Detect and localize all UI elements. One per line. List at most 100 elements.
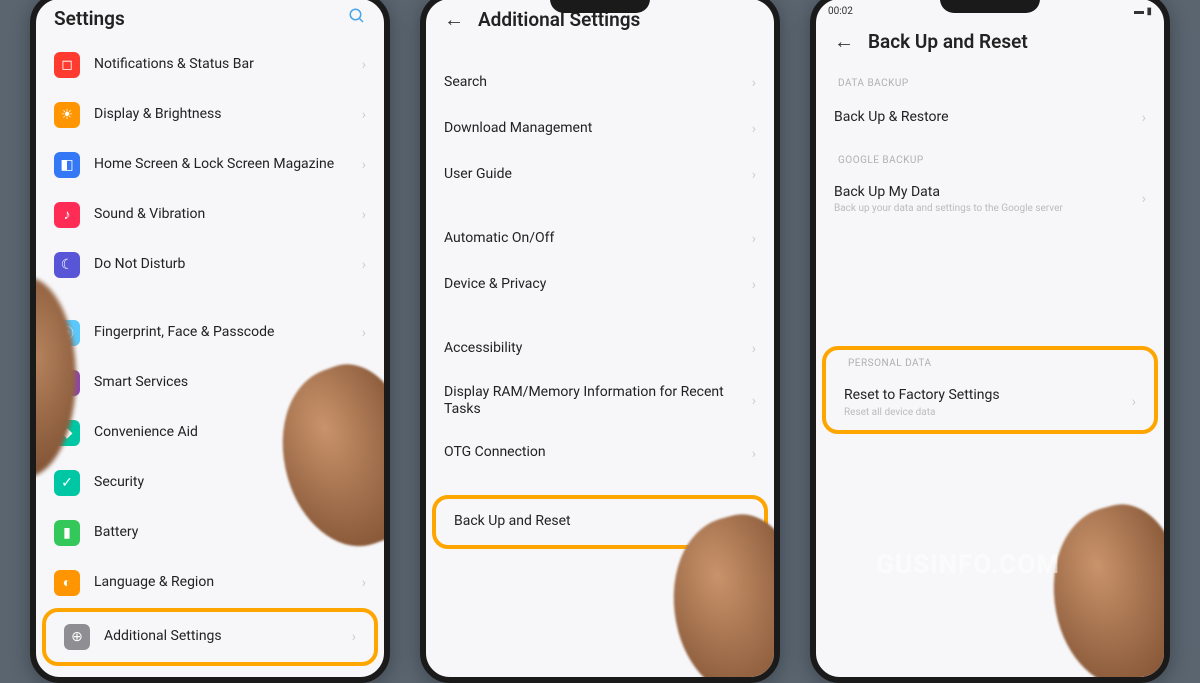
phone-settings: Settings ◻ Notifications & Status Bar › …: [30, 0, 390, 683]
row-icon: ◆: [54, 420, 80, 446]
chevron-right-icon: ›: [362, 257, 366, 273]
settings-row[interactable]: Back Up & Restore ›: [816, 95, 1164, 141]
page-title: Settings: [54, 7, 334, 30]
settings-row[interactable]: ☀ Display & Brightness ›: [36, 90, 384, 140]
settings-row[interactable]: ▮ Battery ›: [36, 508, 384, 558]
back-icon[interactable]: ←: [834, 29, 854, 54]
row-icon: ▮: [54, 520, 80, 546]
row-label: Search: [444, 74, 738, 92]
row-label: Additional Settings: [104, 628, 338, 646]
row-sub: Reset all device data: [844, 407, 1118, 418]
phone-backup-reset: 00:02 ▬ ▮ ← Back Up and Reset DATA BACKU…: [810, 0, 1170, 683]
row-label: Back Up & Restore: [834, 109, 1128, 127]
row-icon: ♪: [54, 202, 80, 228]
settings-row[interactable]: ◧ Home Screen & Lock Screen Magazine ›: [36, 140, 384, 190]
settings-row[interactable]: ● Smart Services ›: [36, 358, 384, 408]
search-icon[interactable]: [348, 7, 366, 30]
chevron-right-icon: ›: [362, 57, 366, 73]
row-icon: ●: [54, 370, 80, 396]
chevron-right-icon: ›: [362, 575, 366, 591]
row-label: Display & Brightness: [94, 106, 348, 124]
row-label: Back Up and Reset: [454, 513, 728, 531]
chevron-right-icon: ›: [752, 393, 756, 409]
chevron-right-icon: ›: [752, 167, 756, 183]
settings-row[interactable]: Automatic On/Off ›: [426, 216, 774, 262]
status-icons: ▬ ▮: [1134, 6, 1152, 17]
row-label: Smart Services: [94, 374, 348, 392]
row-sub: Back up your data and settings to the Go…: [834, 203, 1128, 214]
row-label: Convenience Aid: [94, 424, 348, 442]
chevron-right-icon: ›: [352, 629, 356, 645]
chevron-right-icon: ›: [1142, 191, 1146, 207]
row-label: Sound & Vibration: [94, 206, 348, 224]
back-icon[interactable]: ←: [444, 7, 464, 32]
row-label: Device & Privacy: [444, 276, 738, 294]
row-label: Back Up My Data: [834, 184, 1128, 202]
additional-list: Search › Download Management › User Guid…: [426, 42, 774, 677]
chevron-right-icon: ›: [362, 375, 366, 391]
section-google-backup: GOOGLE BACKUP: [816, 141, 1164, 172]
chevron-right-icon: ›: [752, 75, 756, 91]
chevron-right-icon: ›: [742, 514, 746, 530]
row-icon: ☀: [54, 102, 80, 128]
row-icon: ◐: [54, 570, 80, 596]
phone-additional-settings: ← Additional Settings Search › Download …: [420, 0, 780, 683]
gear-icon: ⊕: [64, 624, 90, 650]
row-icon: ◧: [54, 152, 80, 178]
row-label: Download Management: [444, 120, 738, 138]
row-label: Reset to Factory Settings: [844, 387, 1118, 405]
settings-row[interactable]: ☾ Do Not Disturb ›: [36, 240, 384, 290]
chevron-right-icon: ›: [362, 207, 366, 223]
chevron-right-icon: ›: [752, 341, 756, 357]
row-icon: ◻: [54, 52, 80, 78]
chevron-right-icon: ›: [362, 425, 366, 441]
row-label: Automatic On/Off: [444, 230, 738, 248]
settings-row[interactable]: Device & Privacy ›: [426, 262, 774, 308]
highlight-additional-settings: ⊕ Additional Settings ›: [42, 608, 378, 666]
header: ← Back Up and Reset: [816, 21, 1164, 64]
row-label: Home Screen & Lock Screen Magazine: [94, 156, 348, 174]
row-label: OTG Connection: [444, 444, 738, 462]
row-label: Accessibility: [444, 340, 738, 358]
chevron-right-icon: ›: [362, 107, 366, 123]
chevron-right-icon: ›: [362, 325, 366, 341]
chevron-right-icon: ›: [362, 475, 366, 491]
chevron-right-icon: ›: [752, 231, 756, 247]
chevron-right-icon: ›: [362, 525, 366, 541]
settings-row[interactable]: ✓ Security ›: [36, 458, 384, 508]
settings-row[interactable]: ◐ Language & Region ›: [36, 558, 384, 608]
row-factory-reset[interactable]: Reset to Factory Settings Reset all devi…: [826, 375, 1154, 430]
row-label: Fingerprint, Face & Passcode: [94, 324, 348, 342]
row-label: Security: [94, 474, 348, 492]
settings-row[interactable]: Back Up My DataBack up your data and set…: [816, 172, 1164, 227]
row-additional-settings[interactable]: ⊕ Additional Settings ›: [46, 612, 374, 662]
backup-list: DATA BACKUP Back Up & Restore › GOOGLE B…: [816, 64, 1164, 677]
settings-row[interactable]: ◻ Notifications & Status Bar ›: [36, 40, 384, 90]
settings-row[interactable]: ♪ Sound & Vibration ›: [36, 190, 384, 240]
highlight-factory-reset: PERSONAL DATA Reset to Factory Settings …: [822, 346, 1158, 434]
settings-row[interactable]: Display RAM/Memory Information for Recen…: [426, 372, 774, 431]
row-backup-reset[interactable]: Back Up and Reset ›: [436, 499, 764, 545]
chevron-right-icon: ›: [752, 121, 756, 137]
settings-row[interactable]: User Guide ›: [426, 152, 774, 198]
chevron-right-icon: ›: [752, 446, 756, 462]
row-icon: ✓: [54, 470, 80, 496]
settings-row[interactable]: Search ›: [426, 60, 774, 106]
highlight-backup-reset: Back Up and Reset ›: [432, 495, 768, 549]
settings-row[interactable]: OTG Connection ›: [426, 431, 774, 477]
settings-row[interactable]: ⦿ Fingerprint, Face & Passcode ›: [36, 308, 384, 358]
chevron-right-icon: ›: [1142, 110, 1146, 126]
row-label: User Guide: [444, 166, 738, 184]
section-personal-data: PERSONAL DATA: [826, 350, 1154, 375]
row-label: Notifications & Status Bar: [94, 56, 348, 74]
row-label: Do Not Disturb: [94, 256, 348, 274]
section-data-backup: DATA BACKUP: [816, 64, 1164, 95]
status-time: 00:02: [828, 6, 853, 17]
settings-row[interactable]: ◆ Convenience Aid ›: [36, 408, 384, 458]
settings-row[interactable]: Download Management ›: [426, 106, 774, 152]
row-icon: ⦿: [54, 320, 80, 346]
settings-list: ◻ Notifications & Status Bar › ☀ Display…: [36, 40, 384, 677]
settings-row[interactable]: Accessibility ›: [426, 326, 774, 372]
row-label: Battery: [94, 524, 348, 542]
row-label: Language & Region: [94, 574, 348, 592]
